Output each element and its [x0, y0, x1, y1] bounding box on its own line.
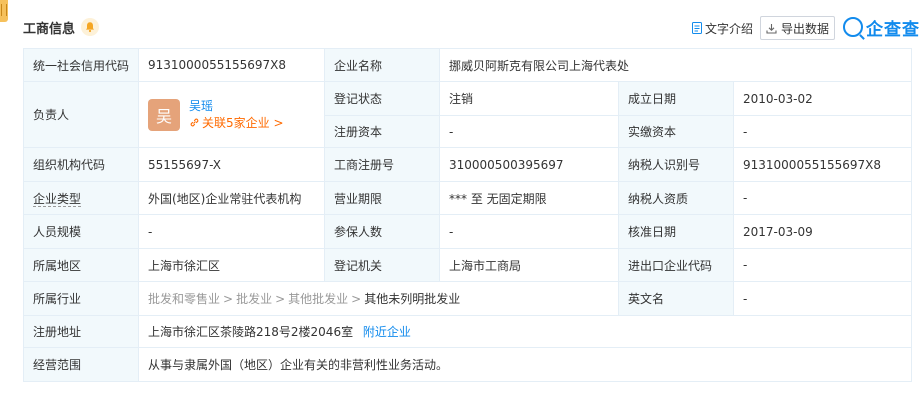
table-row: 所属行业 批发和零售业 > 批发业 > 其他批发业 > 其他未列明批发业 英文名 -	[23, 281, 913, 316]
industry-label: 所属行业	[23, 281, 139, 316]
table-row: 负责人 吴 吴瑶 关联5家企业 > 登记状态 注销 成立日期 2010-03-0…	[23, 81, 913, 148]
reg-capital-label: 注册资本	[324, 115, 440, 148]
credit-code-value: 9131000055155697X8	[138, 48, 325, 82]
company-type-value: 外国(地区)企业常驻代表机构	[138, 181, 325, 215]
taxpayer-qual-label: 纳税人资质	[618, 181, 734, 215]
section-title: 工商信息	[23, 22, 76, 37]
scope-value: 从事与隶属外国（地区）企业有关的非营利性业务活动。	[137, 347, 913, 382]
english-name-label: 英文名	[618, 281, 734, 316]
est-date-label: 成立日期	[618, 81, 734, 116]
approval-date-value: 2017-03-09	[732, 214, 913, 249]
brand-logo: 企查查	[843, 15, 920, 40]
address-label: 注册地址	[23, 315, 139, 348]
text-intro-label: 文字介绍	[705, 21, 754, 36]
region-label: 所属地区	[23, 248, 139, 282]
export-data-button[interactable]: 导出数据	[760, 16, 835, 40]
business-term-value: *** 至 无固定期限	[439, 181, 619, 215]
insured-value: -	[439, 214, 619, 249]
bell-icon[interactable]	[81, 18, 99, 36]
table-row: 所属地区 上海市徐汇区 登记机关 上海市工商局 进出口企业代码 -	[23, 248, 913, 282]
insured-label: 参保人数	[324, 214, 440, 249]
nearby-companies-link[interactable]: 附近企业	[363, 325, 411, 339]
table-row: 企业类型 外国(地区)企业常驻代表机构 营业期限 *** 至 无固定期限 纳税人…	[23, 181, 913, 215]
staff-size-value: -	[138, 214, 325, 249]
paid-capital-value: -	[732, 115, 913, 148]
legal-rep-name-link[interactable]: 吴瑶	[189, 98, 284, 114]
import-export-value: -	[732, 248, 913, 282]
address-cell: 上海市徐汇区茶陵路218号2楼2046室 附近企业	[137, 315, 913, 348]
business-term-label: 营业期限	[324, 181, 440, 215]
reg-capital-value: -	[439, 115, 619, 148]
taxpayer-qual-value: -	[732, 181, 913, 215]
reg-status-value: 注销	[439, 81, 619, 116]
reg-authority-value: 上海市工商局	[439, 248, 619, 282]
download-icon	[766, 23, 777, 34]
legal-rep-cell: 吴 吴瑶 关联5家企业 >	[138, 81, 325, 148]
legal-rep-person: 吴 吴瑶 关联5家企业 >	[148, 98, 315, 132]
industry-level-4: 其他未列明批发业	[364, 292, 461, 306]
industry-level-3[interactable]: 其他批发业	[288, 292, 348, 306]
section-header: 工商信息 文字介绍 导出数据 企查查	[0, 0, 920, 42]
legal-rep-label: 负责人	[23, 81, 139, 148]
est-date-value: 2010-03-02	[732, 81, 913, 116]
related-companies-link[interactable]: 关联5家企业 >	[189, 114, 284, 132]
table-row: 组织机构代码 55155697-X 工商注册号 310000500395697 …	[23, 147, 913, 182]
brand-mark-icon	[843, 17, 863, 37]
company-name-label: 企业名称	[324, 48, 440, 82]
business-info-table: 统一社会信用代码 9131000055155697X8 企业名称 挪威贝阿斯克有…	[23, 48, 913, 382]
document-icon	[692, 22, 702, 34]
table-row: 人员规模 - 参保人数 - 核准日期 2017-03-09	[23, 214, 913, 249]
approval-date-label: 核准日期	[618, 214, 734, 249]
reg-status-label: 登记状态	[324, 81, 440, 116]
paid-capital-label: 实缴资本	[618, 115, 734, 148]
table-row: 经营范围 从事与隶属外国（地区）企业有关的非营利性业务活动。	[23, 347, 913, 382]
export-data-label: 导出数据	[780, 21, 829, 36]
text-intro-link[interactable]: 文字介绍	[692, 20, 753, 36]
taxpayer-id-value: 9131000055155697X8	[732, 147, 913, 182]
org-code-value: 55155697-X	[138, 147, 325, 182]
staff-size-label: 人员规模	[23, 214, 139, 249]
reg-no-value: 310000500395697	[439, 147, 619, 182]
industry-level-2[interactable]: 批发业	[236, 292, 272, 306]
industry-breadcrumb: 批发和零售业 > 批发业 > 其他批发业 > 其他未列明批发业	[138, 281, 619, 316]
reg-authority-label: 登记机关	[324, 248, 440, 282]
region-value: 上海市徐汇区	[138, 248, 325, 282]
import-export-label: 进出口企业代码	[618, 248, 734, 282]
table-row: 统一社会信用代码 9131000055155697X8 企业名称 挪威贝阿斯克有…	[23, 48, 913, 82]
link-icon	[190, 118, 199, 127]
scope-label: 经营范围	[23, 347, 139, 382]
avatar[interactable]: 吴	[148, 98, 180, 131]
table-row: 注册地址 上海市徐汇区茶陵路218号2楼2046室 附近企业	[23, 315, 913, 348]
company-type-label[interactable]: 企业类型	[23, 181, 139, 215]
english-name-value: -	[732, 281, 913, 316]
address-value: 上海市徐汇区茶陵路218号2楼2046室	[148, 325, 354, 339]
reg-no-label: 工商注册号	[324, 147, 440, 182]
related-companies-label: 关联5家企业 >	[202, 115, 284, 130]
taxpayer-id-label: 纳税人识别号	[618, 147, 734, 182]
brand-name: 企查查	[866, 19, 920, 40]
credit-code-label: 统一社会信用代码	[23, 48, 139, 82]
company-name-value: 挪威贝阿斯克有限公司上海代表处	[438, 48, 913, 82]
org-code-label: 组织机构代码	[23, 147, 139, 182]
industry-level-1[interactable]: 批发和零售业	[148, 292, 220, 306]
